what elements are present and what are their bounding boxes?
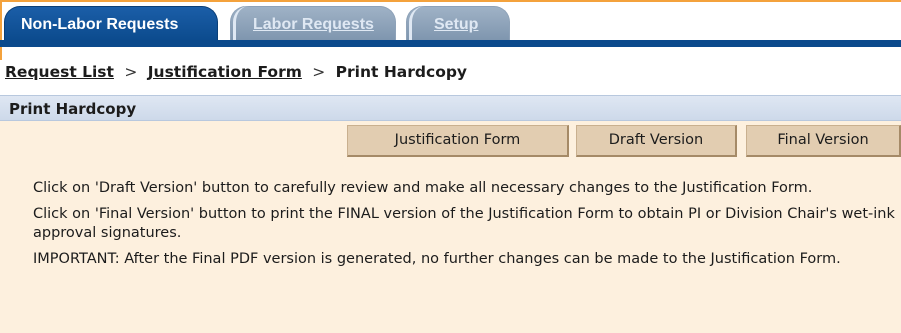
tab-curl-decoration (233, 6, 251, 44)
accent-line (0, 0, 901, 2)
breadcrumb-link-justification-form[interactable]: Justification Form (148, 63, 302, 81)
instruction-final: Click on 'Final Version' button to print… (33, 205, 895, 242)
instruction-draft: Click on 'Draft Version' button to caref… (33, 180, 813, 196)
panel-header: Print Hardcopy (0, 95, 901, 121)
tab-label: Non-Labor Requests (21, 16, 179, 33)
breadcrumb: Request List > Justification Form > Prin… (5, 63, 467, 81)
tab-setup[interactable]: Setup (406, 6, 510, 44)
tab-label: Setup (434, 16, 479, 33)
print-hardcopy-panel: Print Hardcopy Justification Form Draft … (0, 95, 901, 333)
breadcrumb-current: Print Hardcopy (335, 63, 468, 81)
draft-version-button[interactable]: Draft Version (576, 125, 737, 157)
final-version-button[interactable]: Final Version (746, 125, 901, 157)
tab-bar: Non-Labor Requests Labor Requests Setup (0, 0, 901, 60)
instructions: Click on 'Draft Version' button to caref… (33, 179, 895, 275)
accent-line-left (0, 0, 2, 60)
justification-form-button[interactable]: Justification Form (347, 125, 569, 157)
tab-non-labor-requests[interactable]: Non-Labor Requests (4, 6, 218, 42)
panel-title: Print Hardcopy (9, 100, 137, 118)
tab-label: Labor Requests (253, 16, 374, 33)
tab-labor-requests[interactable]: Labor Requests (230, 6, 396, 44)
tab-baseline (0, 40, 901, 47)
breadcrumb-link-request-list[interactable]: Request List (5, 63, 114, 81)
instruction-important: IMPORTANT: After the Final PDF version i… (33, 250, 841, 267)
tab-curl-decoration (409, 6, 427, 44)
breadcrumb-separator: > (312, 63, 326, 81)
breadcrumb-separator: > (124, 63, 138, 81)
